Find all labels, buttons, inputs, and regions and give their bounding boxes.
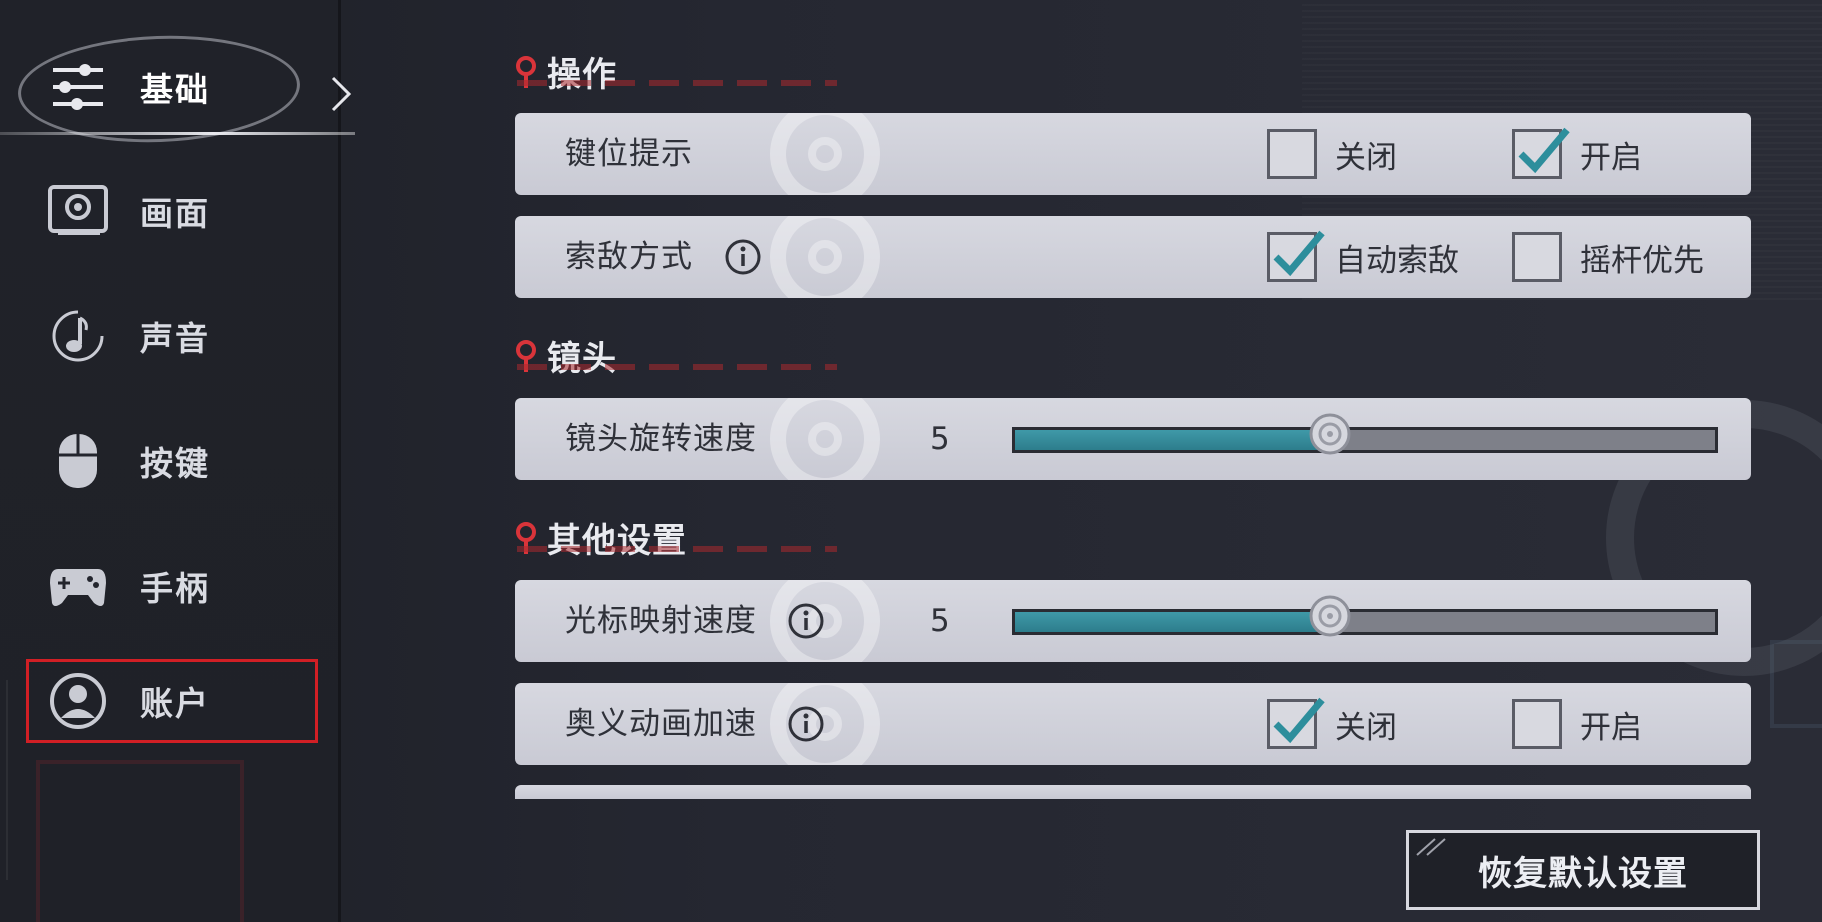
sidebar-item-display[interactable]: 画面 — [26, 170, 318, 252]
red-seal-decoration — [36, 760, 244, 922]
user-icon — [48, 671, 108, 731]
sidebar-item-gamepad[interactable]: 手柄 — [26, 545, 318, 627]
chevron-right-icon — [331, 76, 352, 112]
slider-track[interactable] — [1012, 413, 1718, 455]
checkbox-unchecked[interactable] — [1267, 129, 1317, 179]
section-dash-decoration — [517, 80, 837, 86]
checkbox-checked[interactable] — [1512, 127, 1570, 179]
option-ultimate-anim-on[interactable]: 开启 — [1512, 697, 1642, 751]
option-label: 自动索敌 — [1335, 242, 1459, 279]
section-header-camera: 镜头 — [515, 330, 837, 380]
row-watermark-decoration — [770, 216, 880, 298]
section-title: 操作 — [547, 54, 617, 95]
settings-screen: 基础 画面 声音 按键 手柄 账户 操作 键位提示 关闭 开启 索敌方式 自动索… — [0, 0, 1822, 922]
checkmark-icon — [1518, 127, 1570, 174]
option-label: 摇杆优先 — [1580, 242, 1704, 279]
gamepad-icon — [48, 556, 108, 616]
slider-track[interactable] — [1012, 595, 1718, 637]
setting-row-cursor-speed: 光标映射速度 5 — [515, 580, 1751, 662]
info-icon[interactable] — [787, 602, 825, 640]
sidebar-item-label: 按键 — [140, 444, 210, 483]
option-ultimate-anim-off[interactable]: 关闭 — [1267, 697, 1397, 751]
corner-slash-decoration — [1416, 838, 1446, 856]
sidebar-item-sound[interactable]: 声音 — [26, 295, 318, 377]
sidebar-item-label: 手柄 — [140, 569, 210, 608]
setting-row-target-mode: 索敌方式 自动索敌 摇杆优先 — [515, 216, 1751, 298]
active-item-underline — [0, 132, 355, 135]
sidebar-item-label: 账户 — [140, 684, 210, 723]
slider-thumb[interactable] — [1309, 413, 1351, 455]
music-note-icon — [48, 306, 108, 366]
checkbox-unchecked[interactable] — [1512, 232, 1562, 282]
option-auto-target[interactable]: 自动索敌 — [1267, 230, 1459, 284]
checkbox-checked[interactable] — [1267, 697, 1325, 749]
checkbox-checked[interactable] — [1267, 230, 1325, 282]
option-label: 开启 — [1580, 139, 1642, 176]
sidebar-item-label: 基础 — [140, 70, 210, 109]
setting-label: 索敌方式 — [565, 239, 693, 275]
slider-thumb[interactable] — [1309, 595, 1351, 637]
background-square-decoration — [1770, 640, 1822, 728]
sidebar-item-label: 画面 — [140, 194, 210, 233]
option-label: 关闭 — [1335, 709, 1397, 746]
section-dash-decoration — [517, 546, 837, 552]
section-header-operation: 操作 — [515, 46, 837, 96]
sliders-icon — [48, 57, 108, 117]
setting-row-camera-rotation-speed: 镜头旋转速度 5 — [515, 398, 1751, 480]
sidebar-item-basic[interactable]: 基础 — [26, 46, 318, 128]
section-header-other: 其他设置 — [515, 512, 837, 562]
slider-value: 5 — [930, 421, 950, 457]
setting-label: 奥义动画加速 — [565, 706, 757, 742]
setting-row-ultimate-anim-speedup: 奥义动画加速 关闭 开启 — [515, 683, 1751, 765]
option-label: 关闭 — [1335, 139, 1397, 176]
row-watermark-decoration — [770, 113, 880, 195]
sidebar-item-keybinds[interactable]: 按键 — [26, 420, 318, 502]
option-stick-priority[interactable]: 摇杆优先 — [1512, 230, 1704, 284]
settings-content: 操作 键位提示 关闭 开启 索敌方式 自动索敌 摇杆优先 镜头 镜头旋转速度 5… — [515, 0, 1755, 922]
display-icon — [48, 181, 108, 241]
setting-label: 光标映射速度 — [565, 603, 757, 639]
section-title: 其他设置 — [547, 520, 687, 561]
settings-sidebar: 基础 画面 声音 按键 手柄 账户 — [0, 0, 355, 922]
setting-label: 镜头旋转速度 — [565, 421, 757, 457]
setting-label: 键位提示 — [565, 136, 693, 172]
mouse-icon — [48, 431, 108, 491]
slider-fill — [1015, 430, 1330, 450]
option-key-hint-on[interactable]: 开启 — [1512, 127, 1642, 181]
option-label: 开启 — [1580, 709, 1642, 746]
option-key-hint-off[interactable]: 关闭 — [1267, 127, 1397, 181]
row-watermark-decoration — [770, 398, 880, 480]
checkbox-unchecked[interactable] — [1512, 699, 1562, 749]
info-icon[interactable] — [787, 705, 825, 743]
setting-row-key-hint: 键位提示 关闭 开启 — [515, 113, 1751, 195]
slider-value: 5 — [930, 603, 950, 639]
reset-defaults-button[interactable]: 恢复默认设置 — [1406, 830, 1760, 910]
info-icon[interactable] — [724, 238, 762, 276]
checkmark-icon — [1273, 697, 1325, 744]
reset-button-label: 恢复默认设置 — [1478, 853, 1688, 894]
section-dash-decoration — [517, 364, 837, 370]
slider-fill — [1015, 612, 1330, 632]
section-title: 镜头 — [547, 338, 617, 379]
sidebar-item-account[interactable]: 账户 — [26, 660, 318, 742]
sidebar-item-label: 声音 — [140, 319, 210, 358]
checkmark-icon — [1273, 230, 1325, 277]
setting-row-partial — [515, 785, 1751, 799]
